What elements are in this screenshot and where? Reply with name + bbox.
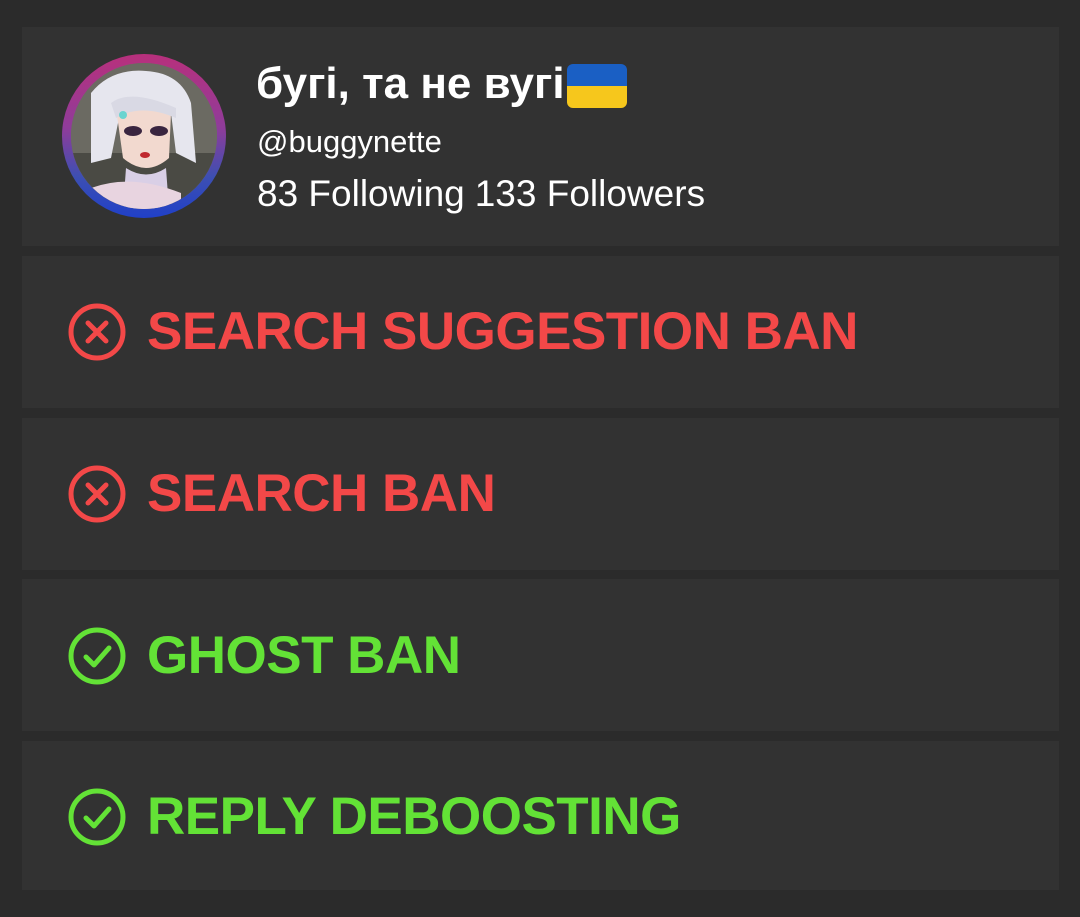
check-row-search-suggestion-ban: SEARCH SUGGESTION BAN [22,256,1059,408]
check-label: SEARCH BAN [147,464,496,523]
check-row-search-ban: SEARCH BAN [22,418,1059,570]
display-name: бугі, та не вугі [256,57,627,111]
check-label: SEARCH SUGGESTION BAN [147,302,858,361]
avatar[interactable] [62,54,226,218]
followers-count[interactable]: 133 Followers [475,173,705,214]
avatar-illustration [71,63,217,209]
check-circle-icon [68,788,126,846]
profile-card: бугі, та не вугі @buggynette 83 Followin… [22,27,1059,246]
display-name-text: бугі, та не вугі [256,59,565,108]
x-circle-icon [68,303,126,361]
check-label: GHOST BAN [147,626,461,685]
username-handle[interactable]: @buggynette [257,124,442,160]
check-row-reply-deboosting: REPLY DEBOOSTING [22,741,1059,890]
avatar-image [71,63,217,209]
following-count[interactable]: 83 Following [257,173,465,214]
check-circle-icon [68,627,126,685]
ukraine-flag-icon [566,64,627,108]
check-row-ghost-ban: GHOST BAN [22,579,1059,731]
profile-stats: 83 Following 133 Followers [257,173,705,215]
check-label: REPLY DEBOOSTING [147,787,681,846]
x-circle-icon [68,465,126,523]
